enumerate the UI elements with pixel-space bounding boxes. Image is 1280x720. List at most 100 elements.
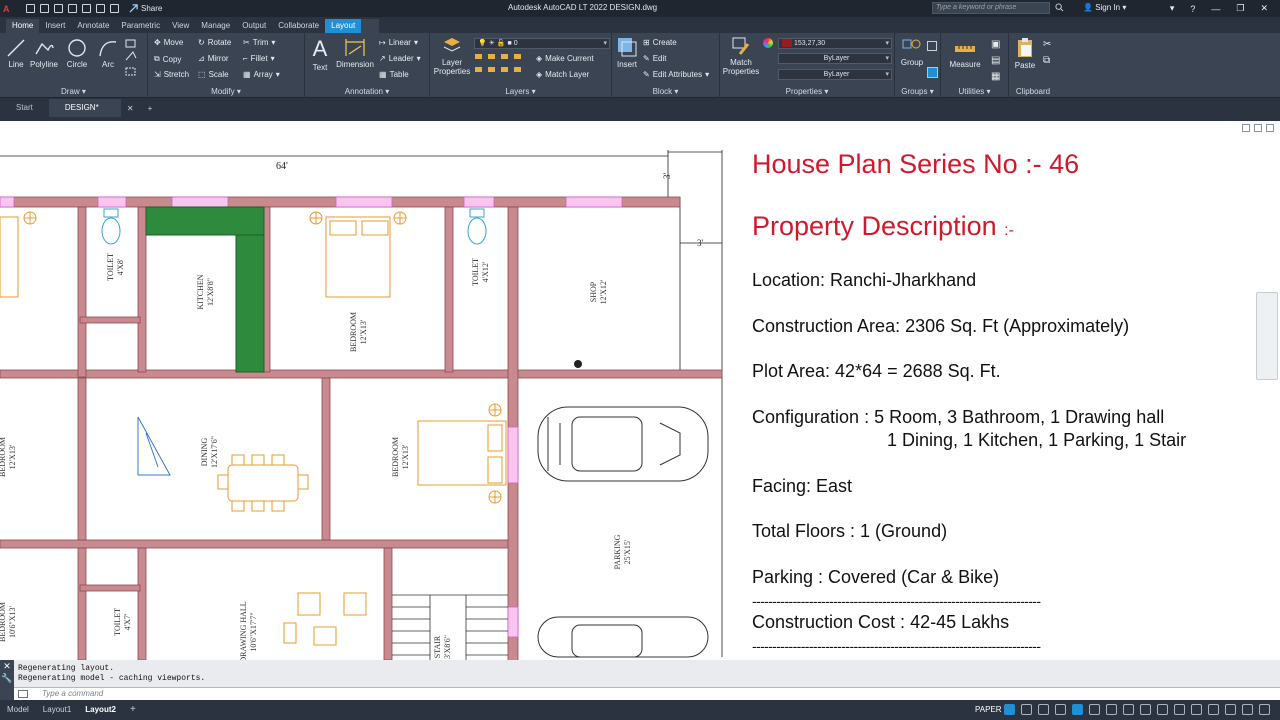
isolate-icon[interactable] [1242,704,1253,715]
tab-home[interactable]: Home [6,19,40,33]
otrack-icon[interactable] [1089,704,1100,715]
fillet-tool[interactable]: ⌐ Fillet ▾ [243,54,275,63]
snap-icon[interactable] [1021,704,1032,715]
app-menu-button[interactable]: A [0,4,22,14]
arc-tool[interactable]: Arc [96,38,120,69]
color-dropdown[interactable]: 153,27,30 [778,38,892,49]
layers-panel-title[interactable]: Layers ▾ [430,87,611,96]
tab-output[interactable]: Output [236,19,272,33]
mirror-tool[interactable]: ⊿ Mirror [198,54,229,63]
group-tool[interactable]: Group [898,36,926,67]
lineweight-dropdown[interactable]: ByLayer [778,69,892,80]
tab-manage[interactable]: Manage [195,19,236,33]
move-tool[interactable]: ✥ Move [154,38,183,47]
properties-panel-title[interactable]: Properties ▾ [720,87,894,96]
viewport-close-icon[interactable] [1266,124,1274,132]
osnap-icon[interactable] [1072,704,1083,715]
quick-properties-icon[interactable] [1225,704,1236,715]
command-settings-icon[interactable]: 🔧 [0,672,14,684]
ribbon-options-button[interactable] [361,19,380,33]
insert-tool[interactable]: Insert [614,36,640,69]
help-icon[interactable]: ? [1190,4,1195,14]
annotation-monitor-icon[interactable] [1191,704,1202,715]
table-tool[interactable]: ▦ Table [379,70,409,79]
lineweight-icon[interactable] [1106,704,1117,715]
print-icon[interactable] [82,4,91,13]
draw-extra-icons[interactable] [124,38,142,78]
share-button[interactable]: Share [129,4,162,13]
new-tab-icon[interactable]: + [148,104,153,113]
tab-layout1[interactable]: Layout1 [36,700,78,720]
tab-design[interactable]: DESIGN* [48,99,121,117]
customize-icon[interactable] [1259,704,1270,715]
drawing-canvas[interactable]: 64' 3' 3' TOILET4'X8' KITCHEN12'X8'8" BE… [0,117,1280,660]
linear-tool[interactable]: ↦ Linear ▾ [379,38,418,47]
copy-tool[interactable]: ⧉ Copy [154,54,181,64]
cut-icon[interactable]: ✂ [1043,39,1051,50]
layer-tools-icons[interactable] [474,53,544,87]
paper-space-toggle[interactable]: PAPER [975,700,1002,720]
match-layer-tool[interactable]: ◈ Match Layer [536,70,589,79]
block-panel-title[interactable]: Block ▾ [612,87,719,96]
edit-attributes-tool[interactable]: ✎ Edit Attributes ▾ [643,70,709,79]
trim-dropdown-icon[interactable]: ▾ [271,38,275,47]
navigation-bar[interactable] [1256,292,1278,380]
linetype-dropdown[interactable]: ByLayer [778,53,892,64]
color-wheel-icon[interactable] [763,38,773,48]
selection-cycling-icon[interactable] [1140,704,1151,715]
save-as-icon[interactable] [68,4,77,13]
tab-layout2[interactable]: Layout2 [78,700,123,720]
circle-tool[interactable]: Circle [64,38,90,69]
polyline-tool[interactable]: Polyline [28,38,60,69]
array-dropdown-icon[interactable]: ▾ [276,70,280,79]
polar-icon[interactable] [1055,704,1066,715]
sign-in-button[interactable]: 👤 Sign In ▾ [1083,3,1126,12]
fillet-dropdown-icon[interactable]: ▾ [271,54,275,63]
groups-panel-title[interactable]: Groups ▾ [895,87,940,96]
transparency-icon[interactable] [1123,704,1134,715]
add-layout-icon[interactable]: + [123,700,143,720]
tab-parametric[interactable]: Parametric [115,19,166,33]
open-icon[interactable] [40,4,49,13]
edit-block-tool[interactable]: ✎ Edit [643,54,667,63]
draw-panel-title[interactable]: Draw ▾ [0,87,147,96]
array-tool[interactable]: ▦ Array ▾ [243,70,280,79]
calculator-icon[interactable]: ▦ [991,71,1000,82]
count-icon[interactable]: ▤ [991,55,1000,66]
tab-start[interactable]: Start [0,99,49,117]
redo-icon[interactable] [110,4,119,13]
workspace-icon[interactable] [1174,704,1185,715]
annotation-panel-title[interactable]: Annotation ▾ [305,87,429,96]
tab-annotate[interactable]: Annotate [71,19,115,33]
minimize-icon[interactable]: — [1211,4,1220,14]
units-icon[interactable] [1208,704,1219,715]
tab-view[interactable]: View [166,19,195,33]
quick-select-icon[interactable]: ▣ [991,39,1000,50]
search-input[interactable]: Type a keyword or phrase [932,2,1050,14]
new-icon[interactable] [26,4,35,13]
modify-panel-title[interactable]: Modify ▾ [148,87,304,96]
text-tool[interactable]: A Text [309,37,331,73]
utilities-panel-title[interactable]: Utilities ▾ [941,87,1008,96]
group-select-icon[interactable] [927,67,938,78]
tab-insert[interactable]: Insert [39,19,71,33]
layer-properties-tool[interactable]: Layer Properties [432,36,472,76]
dimension-tool[interactable]: Dimension [335,38,375,69]
make-current-tool[interactable]: ◈ Make Current [536,54,594,63]
ungroup-icon[interactable] [927,41,937,51]
command-input[interactable]: Type a command [14,687,1280,700]
measure-tool[interactable]: Measure [944,38,986,69]
line-tool[interactable]: Line [5,38,27,69]
viewport-restore-icon[interactable] [1254,124,1262,132]
cart-icon[interactable]: ▾ [1170,3,1175,14]
grid-icon[interactable] [1004,704,1015,715]
layer-dropdown[interactable]: 💡 ☀ 🔓 ■ 0 [474,38,610,49]
maximize-icon[interactable]: ❐ [1236,3,1244,14]
save-icon[interactable] [54,4,63,13]
search-icon[interactable] [1055,3,1064,12]
stretch-tool[interactable]: ⇲ Stretch [154,70,189,79]
tab-collaborate[interactable]: Collaborate [272,19,325,33]
copy-clip-icon[interactable]: ⧉ [1043,55,1050,66]
match-properties-tool[interactable]: Match Properties [722,36,760,76]
annotation-scale-icon[interactable] [1157,704,1168,715]
